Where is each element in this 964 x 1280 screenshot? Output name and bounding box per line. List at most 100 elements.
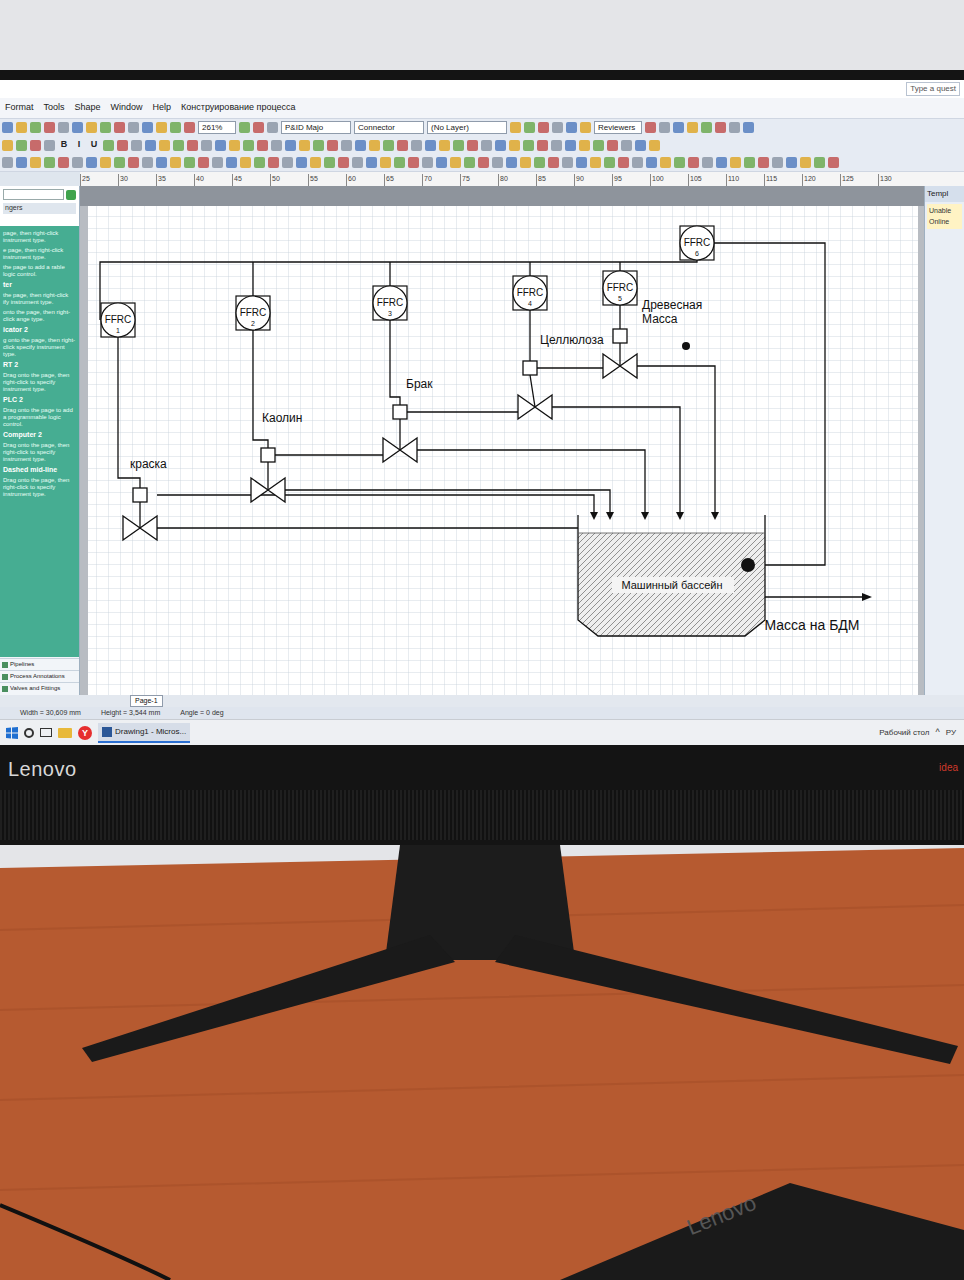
toolbar-button-icon[interactable] (352, 157, 363, 168)
search-icon[interactable] (24, 728, 34, 738)
toolbar-button-icon[interactable] (341, 140, 352, 151)
toolbar-button-icon[interactable] (103, 140, 114, 151)
toolbar-button-icon[interactable] (282, 157, 293, 168)
toolbar-button-icon[interactable] (436, 157, 447, 168)
toolbar-button-icon[interactable] (411, 140, 422, 151)
toolbar-button-icon[interactable] (467, 140, 478, 151)
toolbar-button-icon[interactable] (408, 157, 419, 168)
shape-title[interactable]: Computer 2 (3, 431, 76, 439)
toolbar-button-icon[interactable] (86, 122, 97, 133)
toolbar-button-icon[interactable] (114, 157, 125, 168)
reviewers-button[interactable]: Reviewers (594, 121, 642, 134)
toolbar-button-icon[interactable] (715, 122, 726, 133)
toolbar-button-icon[interactable] (327, 140, 338, 151)
toolbar-button-icon[interactable] (145, 140, 156, 151)
toolbar-button-icon[interactable] (510, 122, 521, 133)
toolbar-button-icon[interactable] (537, 140, 548, 151)
toolbar-button-icon[interactable] (58, 157, 69, 168)
toolbar-button-icon[interactable] (702, 157, 713, 168)
toolbar-button-icon[interactable] (565, 140, 576, 151)
toolbar-button-icon[interactable] (156, 157, 167, 168)
toolbar-button-icon[interactable] (44, 157, 55, 168)
toolbar-button-icon[interactable] (239, 122, 250, 133)
toolbar-button-icon[interactable] (621, 140, 632, 151)
toolbar-button-icon[interactable] (673, 122, 684, 133)
toolbar-button-icon[interactable] (215, 140, 226, 151)
toolbar-button-icon[interactable] (170, 157, 181, 168)
toolbar-button-icon[interactable] (100, 157, 111, 168)
toolbar-button-icon[interactable] (562, 157, 573, 168)
toolbar-button-icon[interactable] (453, 140, 464, 151)
toolbar-button-icon[interactable] (285, 140, 296, 151)
yandex-button[interactable]: Y (78, 726, 92, 740)
toolbar-button-icon[interactable] (254, 157, 265, 168)
toolbar-button-icon[interactable] (72, 157, 83, 168)
toolbar-button-icon[interactable] (30, 140, 41, 151)
toolbar-button-icon[interactable] (649, 140, 660, 151)
shape-title[interactable]: RT 2 (3, 361, 76, 369)
toolbar-button-icon[interactable] (645, 122, 656, 133)
toolbar-button-icon[interactable] (744, 157, 755, 168)
toolbar-button-icon[interactable] (229, 140, 240, 151)
menu-item[interactable]: Window (106, 101, 148, 115)
language-indicator[interactable]: РУ (946, 727, 958, 739)
toolbar-button-icon[interactable] (2, 122, 13, 133)
toolbar-button-icon[interactable] (580, 122, 591, 133)
menu-item[interactable]: Format (0, 101, 39, 115)
toolbar-button-icon[interactable] (2, 157, 13, 168)
toolbar-button-icon[interactable] (257, 140, 268, 151)
toolbar-button-icon[interactable] (16, 140, 27, 151)
toolbar-button-icon[interactable] (114, 122, 125, 133)
toolbar-button-icon[interactable] (16, 157, 27, 168)
toolbar-button-icon[interactable] (646, 157, 657, 168)
stencil-row[interactable]: Process Annotations (0, 670, 79, 682)
shape-title[interactable]: Dashed mid-line (3, 466, 76, 474)
toolbar-button-icon[interactable] (814, 157, 825, 168)
toolbar-button-icon[interactable] (226, 157, 237, 168)
taskbar-app-label[interactable]: Drawing1 - Micros... (115, 726, 186, 738)
format-button[interactable]: I (73, 138, 85, 152)
desktop-toolbar[interactable]: Рабочий стол (879, 727, 929, 739)
toolbar-button-icon[interactable] (240, 157, 251, 168)
toolbar-button-icon[interactable] (758, 157, 769, 168)
windows-start-icon[interactable] (6, 727, 18, 739)
toolbar-button-icon[interactable] (142, 122, 153, 133)
toolbar-button-icon[interactable] (534, 157, 545, 168)
toolbar-button-icon[interactable] (128, 157, 139, 168)
toolbar-button-icon[interactable] (478, 157, 489, 168)
toolbar-button-icon[interactable] (523, 140, 534, 151)
toolbar-button-icon[interactable] (548, 157, 559, 168)
toolbar-button-icon[interactable] (184, 157, 195, 168)
toolbar-button-icon[interactable] (509, 140, 520, 151)
stencil-name[interactable]: Process Annotations (10, 672, 65, 681)
toolbar-button-icon[interactable] (674, 157, 685, 168)
stencil-name[interactable]: Valves and Fittings (10, 684, 60, 693)
toolbar-button-icon[interactable] (131, 140, 142, 151)
toolbar-button-icon[interactable] (299, 140, 310, 151)
toolbar-button-icon[interactable] (716, 157, 727, 168)
toolbar-button-icon[interactable] (520, 157, 531, 168)
toolbar-button-icon[interactable] (607, 140, 618, 151)
page-tab[interactable]: Page-1 (130, 695, 163, 707)
menu-item[interactable]: Help (148, 101, 177, 115)
toolbar-button-icon[interactable] (450, 157, 461, 168)
toolbar-button-icon[interactable] (44, 122, 55, 133)
toolbar-button-icon[interactable] (687, 122, 698, 133)
toolbar-button-icon[interactable] (506, 157, 517, 168)
toolbar-button-icon[interactable] (800, 157, 811, 168)
stencil-title[interactable]: ngers (3, 203, 76, 214)
toolbar-button-icon[interactable] (296, 157, 307, 168)
drawing-canvas[interactable]: FFRC1FFRC2FFRC3FFRC4FFRC5FFRC6Машинный б… (80, 186, 924, 695)
toolbar-button-icon[interactable] (576, 157, 587, 168)
toolbar-button-icon[interactable] (2, 140, 13, 151)
toolbar-button-icon[interactable] (271, 140, 282, 151)
toolbar-button-icon[interactable] (688, 157, 699, 168)
toolbar-button-icon[interactable] (72, 122, 83, 133)
toolbar-button-icon[interactable] (324, 157, 335, 168)
toolbar-button-icon[interactable] (369, 140, 380, 151)
shape-title[interactable]: icator 2 (3, 326, 76, 334)
toolbar-button-icon[interactable] (16, 122, 27, 133)
toolbar-button-icon[interactable] (590, 157, 601, 168)
toolbar-button-icon[interactable] (267, 122, 278, 133)
toolbar-button-icon[interactable] (30, 157, 41, 168)
